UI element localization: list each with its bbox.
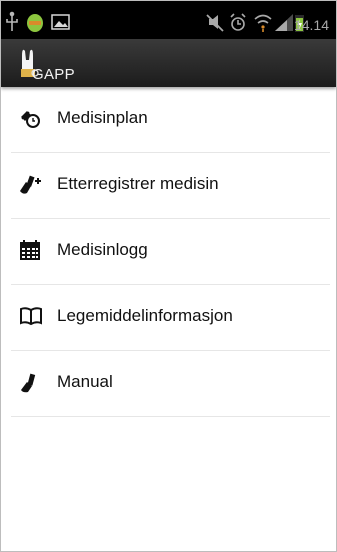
book-icon [19, 305, 42, 327]
app-frame: 14.14 GAPP Medisinplan Etterregistrer me… [0, 0, 337, 552]
menu-item-manual[interactable]: Manual [11, 351, 330, 417]
pill-add-icon [19, 173, 41, 195]
alarm-icon [230, 13, 246, 31]
menu-item-label: Manual [57, 372, 113, 391]
main-menu: Medisinplan Etterregistrer medisin Medis… [1, 87, 336, 417]
menu-item-medisinplan[interactable]: Medisinplan [11, 87, 330, 153]
status-time: 14.14 [293, 17, 329, 33]
menu-item-label: Legemiddelinformasjon [57, 306, 233, 325]
android-debug-icon [27, 14, 43, 32]
pill-icon [19, 371, 41, 393]
menu-item-etterregistrer-medisin[interactable]: Etterregistrer medisin [11, 153, 330, 219]
wifi-icon [254, 14, 272, 32]
menu-item-label: Etterregistrer medisin [57, 174, 219, 193]
menu-item-legemiddelinformasjon[interactable]: Legemiddelinformasjon [11, 285, 330, 351]
calendar-icon [19, 239, 41, 261]
pill-clock-icon [19, 107, 41, 129]
status-bar: 14.14 [1, 1, 336, 39]
menu-item-label: Medisinlogg [57, 240, 148, 259]
mute-icon [206, 14, 224, 32]
app-title: GAPP [32, 66, 75, 83]
image-notification-icon [51, 14, 70, 30]
signal-icon [275, 14, 293, 31]
action-bar: GAPP [1, 39, 336, 87]
usb-icon [6, 11, 18, 31]
menu-item-label: Medisinplan [57, 108, 148, 127]
menu-item-medisinlogg[interactable]: Medisinlogg [11, 219, 330, 285]
